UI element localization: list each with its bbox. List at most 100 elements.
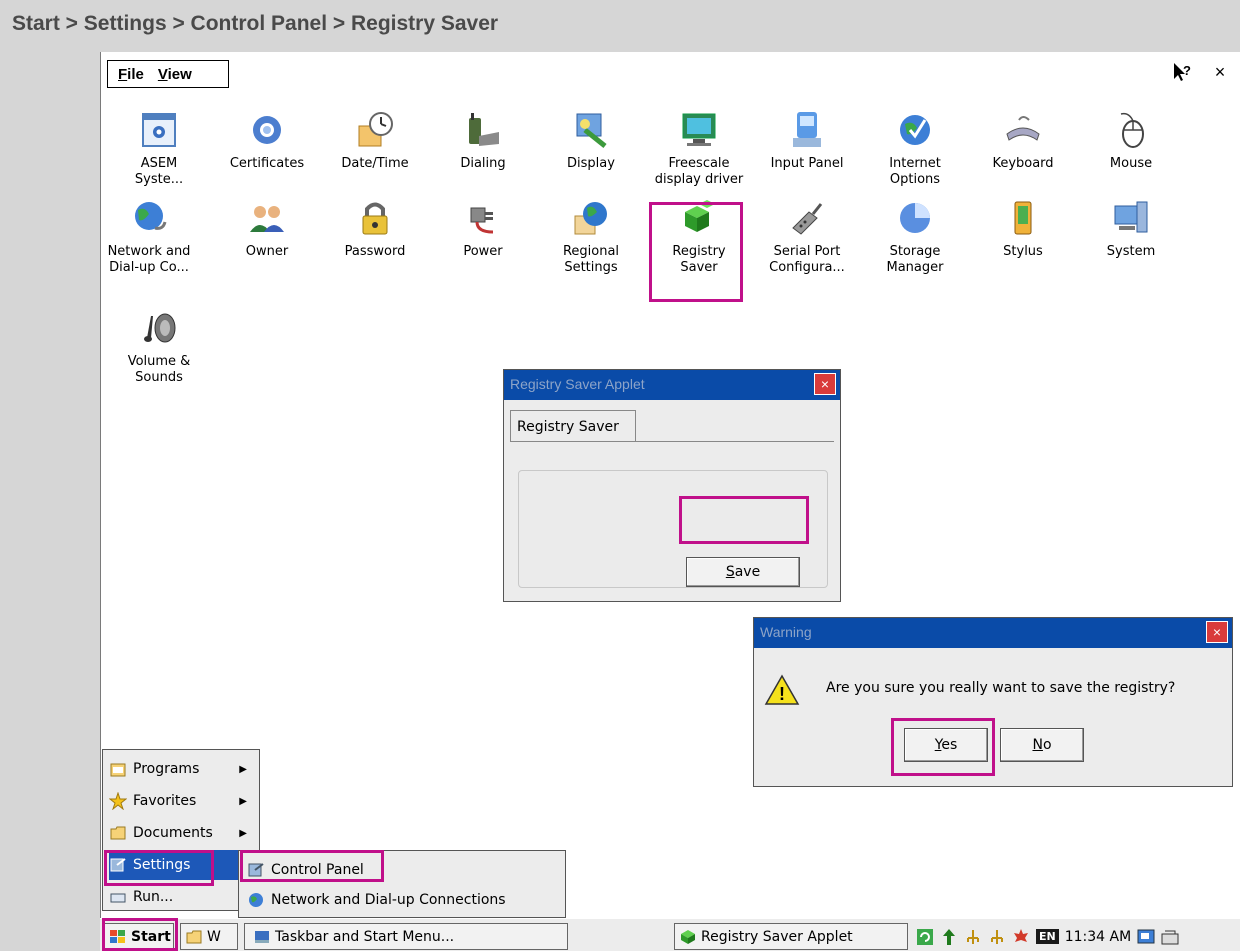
applet-label: Date/Time (341, 156, 409, 171)
applet-label: Owner (245, 244, 289, 259)
applet-label: Storage Manager (886, 244, 944, 275)
applet-label: Input Panel (770, 156, 844, 171)
applet-label: Mouse (1109, 156, 1153, 171)
applet-label: Power (463, 244, 503, 259)
applet-dialing[interactable]: Dialing (429, 110, 537, 172)
start-item-programs[interactable]: Programs ▶ (109, 754, 259, 784)
start-item-favorites[interactable]: Favorites ▶ (109, 786, 259, 816)
usb-icon[interactable] (964, 928, 982, 946)
sync-icon[interactable] (916, 928, 934, 946)
input-panel-icon (793, 112, 821, 147)
programs-icon (110, 763, 126, 777)
applet-mouse[interactable]: Mouse (1077, 110, 1185, 172)
applet-password[interactable]: Password (321, 198, 429, 260)
language-badge[interactable]: EN (1036, 929, 1059, 944)
submenu-arrow-icon: ▶ (239, 827, 247, 839)
usb-icon[interactable] (988, 928, 1006, 946)
applet-label: Serial Port Configura... (769, 244, 845, 275)
close-icon[interactable]: × (1206, 58, 1234, 86)
settings-highlight (104, 850, 214, 886)
submenu-network[interactable]: Network and Dial-up Connections (243, 885, 563, 915)
applet-regional-settings[interactable]: Regional Settings (537, 198, 645, 276)
applet-stylus[interactable]: Stylus (969, 198, 1077, 260)
users-icon (250, 206, 284, 232)
keyboard-icon (1006, 116, 1040, 141)
applet-power[interactable]: Power (429, 198, 537, 260)
control-panel-highlight (240, 850, 384, 882)
applet-display[interactable]: Display (537, 110, 645, 172)
start-item-label: Run... (133, 889, 174, 905)
keyboard-icon[interactable] (1161, 928, 1179, 946)
applet-label: Keyboard (992, 156, 1054, 171)
clock[interactable]: 11:34 AM (1065, 929, 1131, 945)
close-icon[interactable]: × (814, 373, 836, 395)
applet-label: Network and Dial-up Co... (107, 244, 191, 275)
globe-icon (900, 115, 930, 145)
registry-saver-dialog: Registry Saver Applet × Registry Saver S… (503, 369, 841, 602)
applet-system[interactable]: System (1077, 198, 1185, 260)
warning-triangle-icon: ! (764, 674, 800, 705)
submenu-arrow-icon: ▶ (239, 795, 247, 807)
applet-input-panel[interactable]: Input Panel (753, 110, 861, 172)
close-icon[interactable]: × (1206, 621, 1228, 643)
applet-freescale-display[interactable]: Freescale display driver (645, 110, 753, 188)
applet-certificates[interactable]: Certificates (213, 110, 321, 172)
taskbar-icon (255, 930, 269, 943)
applet-owner[interactable]: Owner (213, 198, 321, 260)
monitor-icon (682, 113, 716, 146)
applet-serial-port[interactable]: Serial Port Configura... (753, 198, 861, 276)
start-button-highlight (102, 918, 178, 951)
tab-registry-saver[interactable]: Registry Saver (510, 410, 636, 442)
display-icon (576, 113, 607, 148)
menubar: File View (107, 60, 229, 88)
desktop-icon[interactable] (1137, 928, 1155, 946)
network-globe-icon (135, 202, 167, 230)
applet-network-dialup[interactable]: Network and Dial-up Co... (95, 198, 203, 276)
maple-leaf-icon[interactable] (1012, 928, 1030, 946)
warning-message: Are you sure you really want to save the… (826, 680, 1176, 696)
serial-cable-icon (792, 203, 823, 235)
network-icon (249, 893, 263, 907)
save-button[interactable]: Save (686, 557, 800, 587)
star-icon (109, 792, 127, 810)
applet-label: ASEM Syste... (134, 156, 184, 187)
applet-internet-options[interactable]: Internet Options (861, 110, 969, 188)
stylus-icon (1014, 201, 1032, 235)
submenu-arrow-icon: ▶ (239, 763, 247, 775)
dialog-titlebar: Registry Saver Applet × (504, 370, 840, 400)
start-item-run[interactable]: Run... (109, 882, 259, 912)
yes-button-highlight (891, 718, 995, 776)
control-panel-window: File View ? × ASEM Syste... Certificates… (100, 52, 1240, 951)
breadcrumb: Start > Settings > Control Panel > Regis… (12, 12, 499, 35)
svg-text:!: ! (779, 684, 785, 704)
taskbar-window-button[interactable]: W (180, 923, 238, 950)
applet-label: Stylus (1003, 244, 1043, 259)
start-menu: Programs ▶ Favorites ▶ Documents ▶ Setti… (102, 749, 260, 911)
regional-globe-icon (574, 202, 607, 235)
warning-titlebar: Warning × (754, 618, 1232, 648)
registry-saver-highlight (649, 202, 743, 302)
applet-date-time[interactable]: Date/Time (321, 110, 429, 172)
taskbar-active-label: Registry Saver Applet (701, 928, 853, 945)
storage-pie-icon (900, 203, 930, 233)
start-item-documents[interactable]: Documents ▶ (109, 818, 259, 848)
no-button[interactable]: No (1000, 728, 1084, 762)
arrow-up-icon[interactable] (940, 928, 958, 946)
power-plug-icon (470, 207, 494, 234)
system-computer-icon (1114, 201, 1148, 233)
menu-view[interactable]: View (158, 66, 192, 83)
applet-label: Freescale display driver (654, 156, 744, 187)
dialog-title: Registry Saver Applet (510, 376, 645, 392)
taskbar: Start W Taskbar and Start Menu... Regist… (100, 918, 1240, 951)
applet-keyboard[interactable]: Keyboard (969, 110, 1077, 172)
applet-label: Dialing (460, 156, 506, 171)
applet-asem-system[interactable]: ASEM Syste... (105, 110, 213, 188)
taskbar-menu-label: Taskbar and Start Menu... (275, 928, 455, 945)
taskbar-control-panel-button[interactable]: Taskbar and Start Menu... (244, 923, 568, 950)
applet-volume-sounds[interactable]: Volume & Sounds (105, 308, 213, 386)
menu-file[interactable]: File (118, 66, 144, 83)
help-cursor-icon[interactable]: ? (1168, 58, 1196, 86)
applet-label: Volume & Sounds (127, 354, 191, 385)
applet-storage-manager[interactable]: Storage Manager (861, 198, 969, 276)
taskbar-registry-saver-button[interactable]: Registry Saver Applet (674, 923, 908, 950)
